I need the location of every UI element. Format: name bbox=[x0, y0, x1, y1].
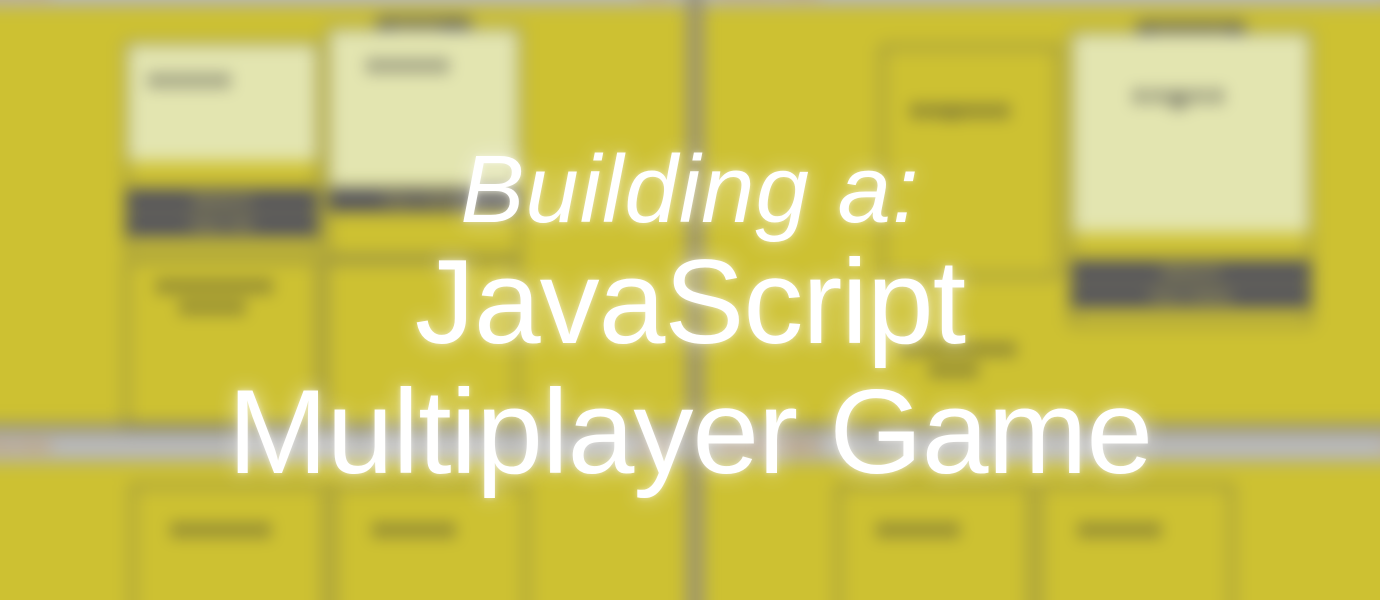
title-line-1: Building a: bbox=[460, 142, 919, 238]
hero-image: Memory Game Log in Matched 10 Player 1 W… bbox=[0, 0, 1380, 600]
title-overlay: Building a: JavaScript Multiplayer Game bbox=[0, 0, 1380, 600]
title-line-2: JavaScript bbox=[415, 238, 965, 368]
title-line-3: Multiplayer Game bbox=[228, 368, 1152, 498]
